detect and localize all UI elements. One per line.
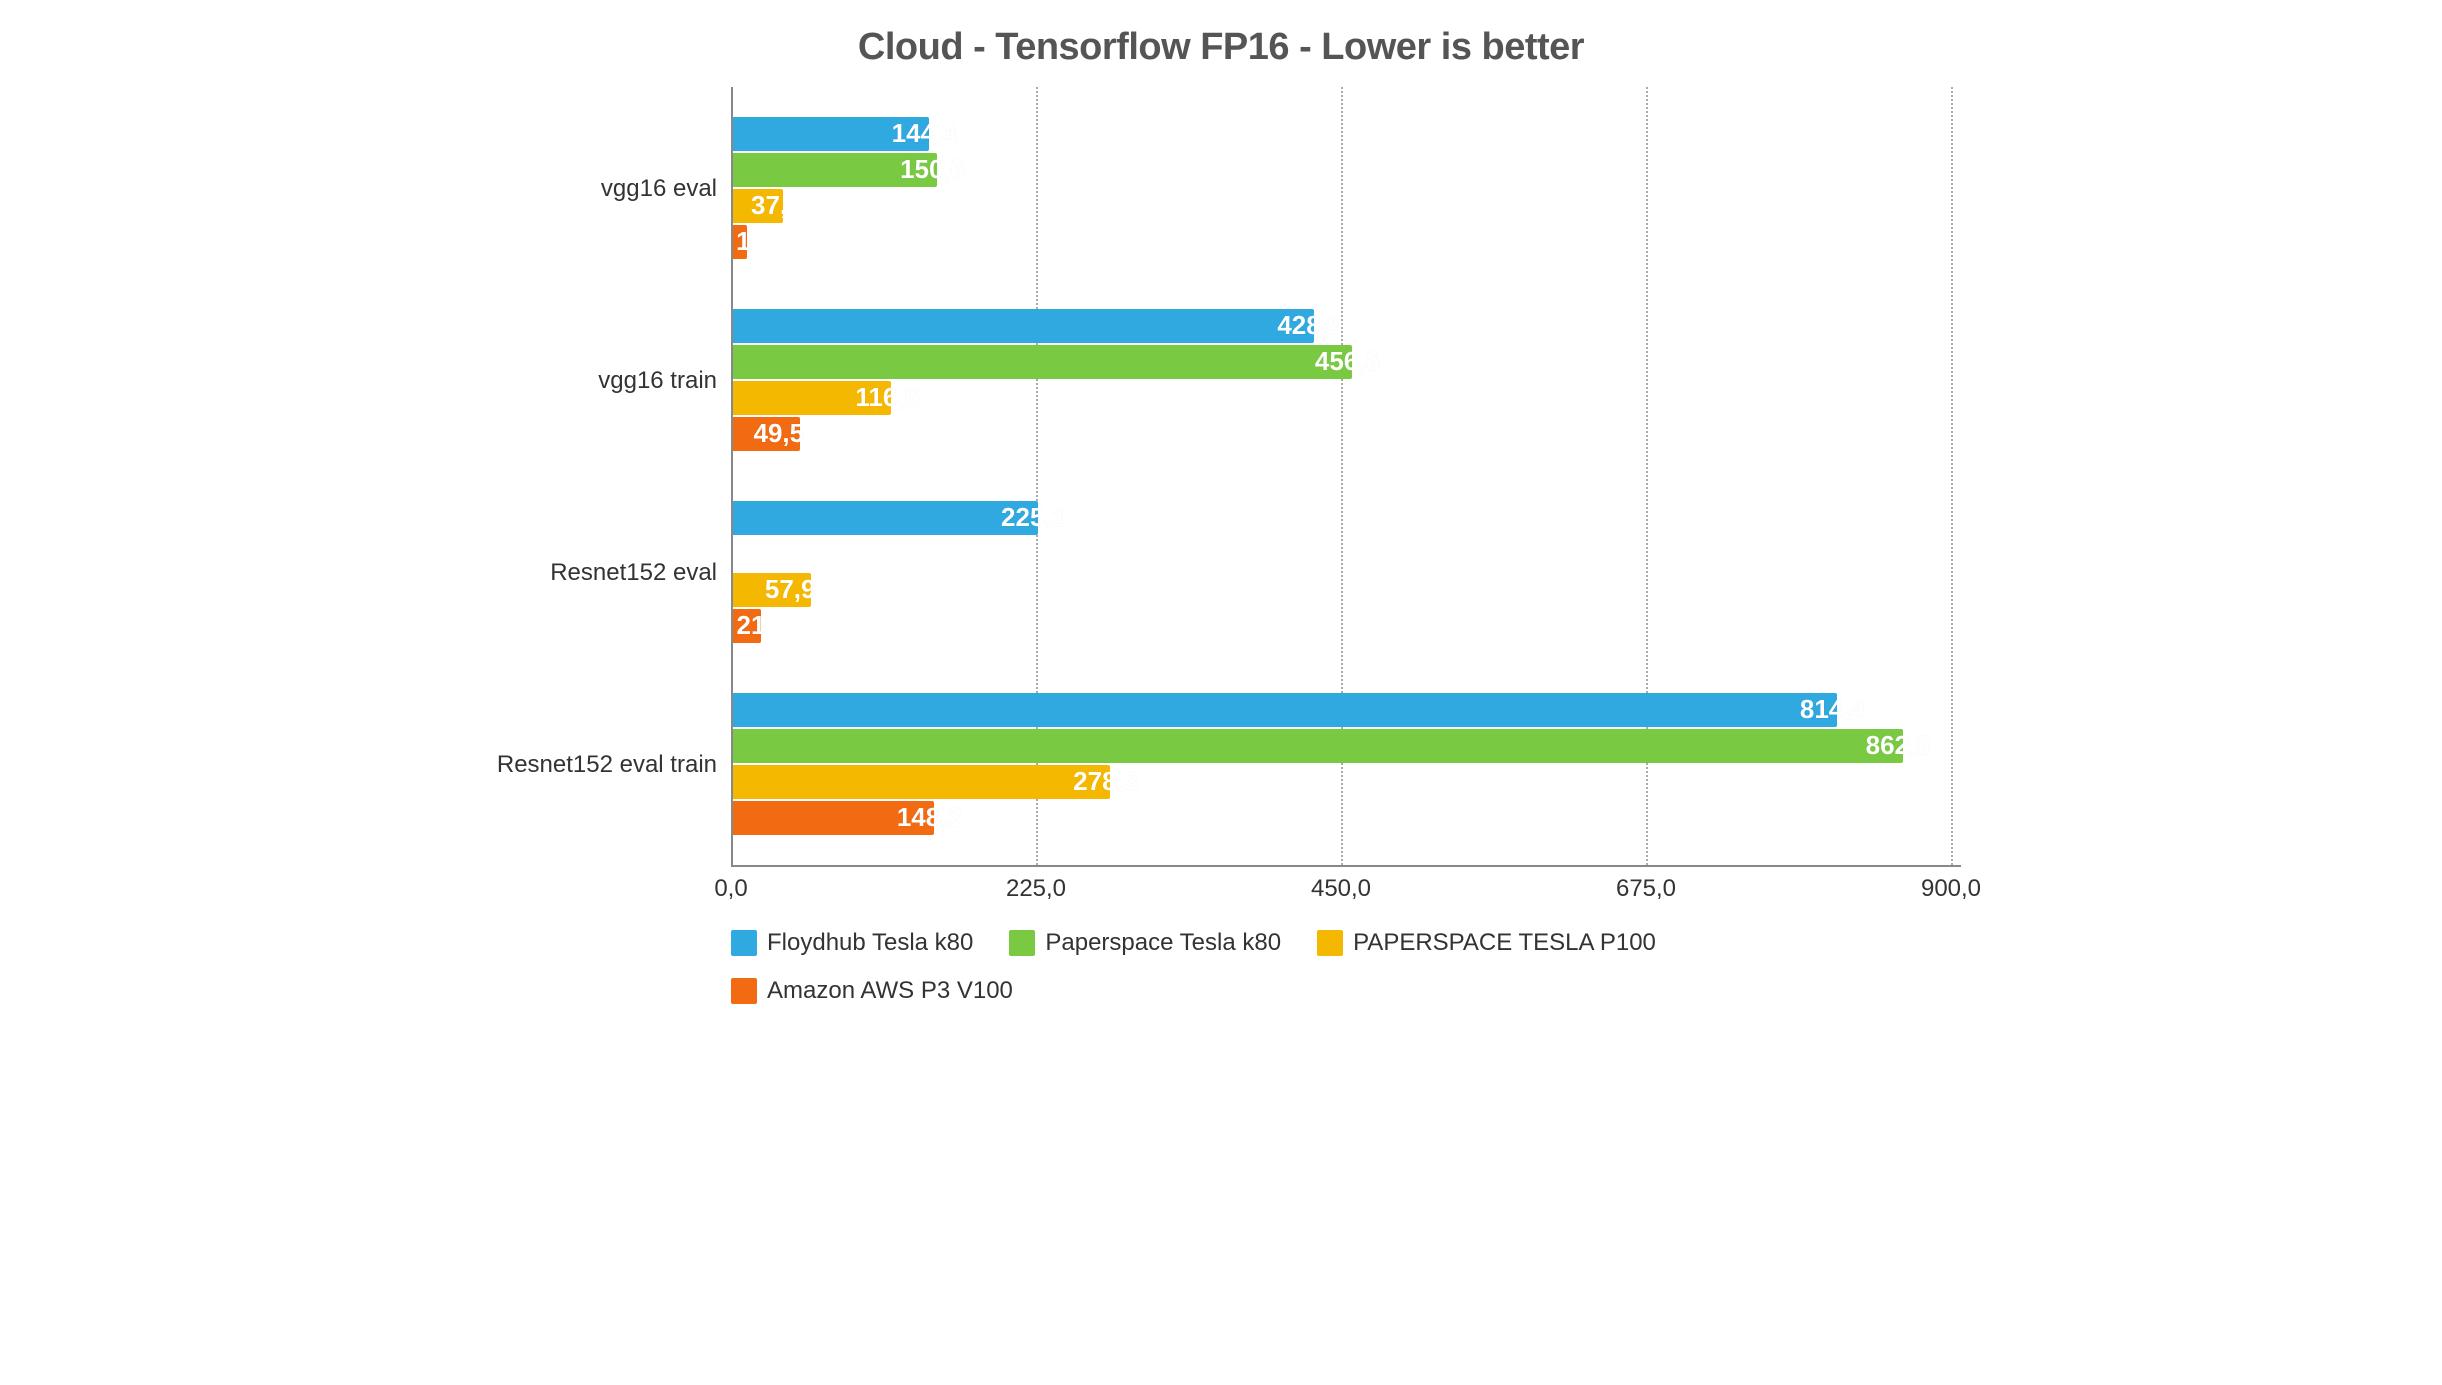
bar-value-label: 37, [751, 190, 787, 221]
legend-swatch [731, 930, 757, 956]
bar-value-label: 428,9 [1277, 310, 1342, 341]
bar-row: 144,4 [733, 117, 1961, 151]
category-label: vgg16 train [598, 367, 717, 395]
bar-value-label: 49,5 [753, 418, 804, 449]
bar-value-label: 116,6 [855, 382, 919, 413]
bar-row: 814,4 [733, 693, 1961, 727]
x-tick-label: 675,0 [1616, 875, 1676, 903]
bar-value-label: 862,9 [1866, 730, 1931, 761]
bar [733, 501, 1038, 535]
bar-value-label: 225,1 [1001, 502, 1066, 533]
bar-row: 1 [733, 225, 1961, 259]
plot-area: 144,4 150,6 37,1 428,9 456,6 116,6 49,5 225,1 57… [731, 87, 1961, 867]
legend: Floydhub Tesla k80 Paperspace Tesla k80 PA… [731, 929, 1961, 1005]
bar-row: 278,3 [733, 765, 1961, 799]
bar-row: 428,9 [733, 309, 1961, 343]
bar-group: 144,4 150,6 37,1 [733, 117, 1961, 261]
bar-row: 862,9 [733, 729, 1961, 763]
x-tick-label: 450,0 [1311, 875, 1371, 903]
chart-title: Cloud - Tensorflow FP16 - Lower is bette… [481, 26, 1961, 69]
bar-row: 150,6 [733, 153, 1961, 187]
legend-item: PAPERSPACE TESLA P100 [1317, 929, 1656, 957]
category-label: Resnet152 eval train [497, 751, 717, 779]
legend-item: Floydhub Tesla k80 [731, 929, 973, 957]
x-tick-label: 900,0 [1921, 875, 1981, 903]
bar-row: 116,6 [733, 381, 1961, 415]
bar-row: 225,1 [733, 501, 1961, 535]
bar-row: 456,6 [733, 345, 1961, 379]
bar-row: 148,2 [733, 801, 1961, 835]
bar-value-label: 144,4 [892, 118, 957, 149]
legend-item: Paperspace Tesla k80 [1009, 929, 1281, 957]
bar-value-label: 57,9 [765, 574, 816, 605]
legend-label: Amazon AWS P3 V100 [767, 977, 1013, 1005]
chart-container: Cloud - Tensorflow FP16 - Lower is bette… [481, 26, 1961, 1005]
bar-value-label: 150,6 [900, 154, 965, 185]
bar-value-label: 278,3 [1073, 766, 1138, 797]
legend-swatch [1317, 930, 1343, 956]
legend-label: Floydhub Tesla k80 [767, 929, 973, 957]
x-tick-label: 225,0 [1006, 875, 1066, 903]
bar-row: 21 [733, 609, 1961, 643]
plot: vgg16 eval vgg16 train Resnet152 eval Resne… [481, 87, 1961, 867]
bar-value-label: 148,2 [897, 802, 962, 833]
bar [733, 729, 1903, 763]
legend-label: Paperspace Tesla k80 [1045, 929, 1281, 957]
bar-group: 428,9 456,6 116,6 49,5 [733, 309, 1961, 453]
bar-value-label: 814,4 [1800, 694, 1865, 725]
legend-label: PAPERSPACE TESLA P100 [1353, 929, 1656, 957]
bar-value-label: 456,6 [1315, 346, 1380, 377]
x-tick-label: 0,0 [714, 875, 747, 903]
bar-value-label: 21 [737, 610, 766, 641]
legend-swatch [1009, 930, 1035, 956]
y-axis-labels: vgg16 eval vgg16 train Resnet152 eval Resne… [481, 87, 731, 867]
bar-row: 57,9 [733, 573, 1961, 607]
bar [733, 765, 1110, 799]
bar-row: 37, [733, 189, 1961, 223]
legend-swatch [731, 978, 757, 1004]
legend-item: Amazon AWS P3 V100 [731, 977, 1013, 1005]
bar-group: 814,4862,9 278,3 148,2 [733, 693, 1961, 837]
bar-row: 49,5 [733, 417, 1961, 451]
category-label: Resnet152 eval [550, 559, 717, 587]
x-axis: 0,0225,0450,0675,0900,0 [731, 867, 1961, 907]
bar [733, 309, 1314, 343]
category-label: vgg16 eval [601, 175, 717, 203]
bar [733, 345, 1352, 379]
bar [733, 693, 1837, 727]
bar-group: 225,1 57,9 21 [733, 501, 1961, 645]
bar-value-label: 1 [736, 226, 750, 257]
bar-row [733, 537, 1961, 571]
